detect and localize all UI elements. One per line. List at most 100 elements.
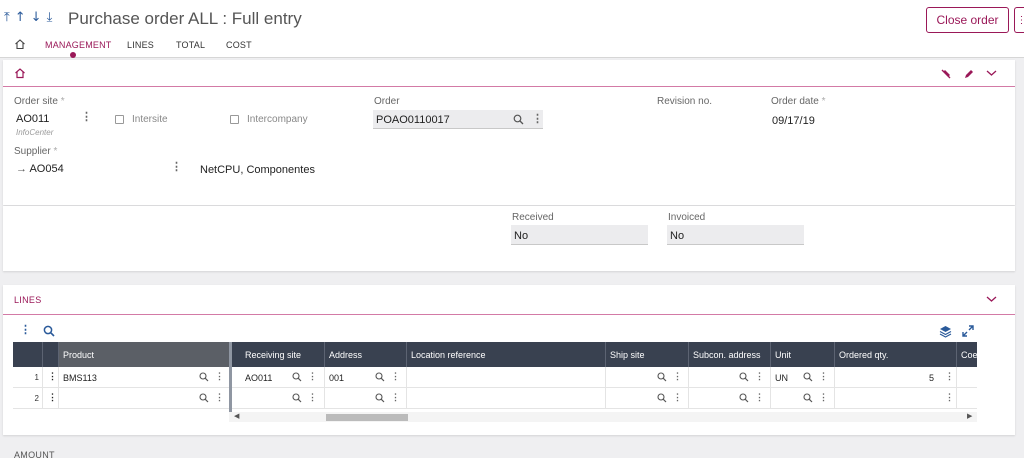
cell-location-reference[interactable] [407, 388, 606, 409]
order-date-value[interactable]: 09/17/19 [772, 115, 815, 127]
search-icon[interactable] [657, 393, 667, 403]
frozen-column-divider[interactable] [229, 342, 232, 412]
row-menu-icon[interactable]: ⋮ [48, 371, 57, 382]
cell-menu-icon[interactable]: ⋮ [945, 371, 954, 382]
order-field[interactable]: POAO0110017 ⋮ [373, 110, 543, 129]
cell-menu-icon[interactable]: ⋮ [215, 371, 224, 382]
first-record-icon[interactable]: ⤒ [4, 10, 10, 25]
lines-collapse-chevron-icon[interactable] [986, 295, 997, 303]
cell-product[interactable]: ⋮ [59, 388, 230, 409]
cell-menu-icon[interactable]: ⋮ [215, 392, 224, 403]
search-icon[interactable] [199, 393, 209, 403]
cell-unit[interactable]: UN ⋮ [771, 367, 835, 388]
column-header-unit[interactable]: Unit [771, 342, 835, 367]
cell-menu-icon[interactable]: ⋮ [755, 371, 764, 382]
home-tab-icon[interactable] [14, 38, 26, 50]
cell-menu-icon[interactable]: ⋮ [945, 392, 954, 403]
tab-cost[interactable]: COST [226, 40, 252, 50]
cell-menu-icon[interactable]: ⋮ [391, 392, 400, 403]
tab-total[interactable]: TOTAL [176, 40, 205, 50]
cell-menu-icon[interactable]: ⋮ [308, 392, 317, 403]
cell-subcon-address[interactable]: ⋮ [689, 367, 771, 388]
order-menu-icon[interactable]: ⋮ [532, 114, 543, 125]
search-icon[interactable] [803, 393, 813, 403]
column-header-receiving-site[interactable]: Receiving site [241, 342, 325, 367]
intersite-checkbox[interactable] [115, 115, 124, 124]
tab-lines[interactable]: LINES [127, 40, 154, 50]
row-menu-header [43, 342, 59, 367]
tab-management[interactable]: MANAGEMENT [45, 40, 112, 50]
search-icon[interactable] [739, 372, 749, 382]
cell-menu-icon[interactable]: ⋮ [391, 371, 400, 382]
grid-actions-icon[interactable]: ⋮ [20, 325, 31, 336]
cell-menu-icon[interactable]: ⋮ [819, 392, 828, 403]
row-menu-icon[interactable]: ⋮ [48, 392, 57, 403]
cell-product[interactable]: BMS113 ⋮ [59, 367, 230, 388]
home-icon[interactable] [14, 67, 26, 79]
column-header-subcon-address[interactable]: Subcon. address [689, 342, 771, 367]
table-row[interactable]: 1 ⋮ BMS113 ⋮ AO011 ⋮ 001 ⋮ ⋮ ⋮ UN ⋮ 5 ⋮ [13, 367, 977, 388]
lines-header-divider [3, 314, 1015, 315]
previous-record-icon[interactable]: ↑ [15, 10, 26, 25]
cell-receiving-site[interactable]: AO011 ⋮ [241, 367, 325, 388]
page-title: Purchase order ALL : Full entry [68, 9, 302, 28]
row-menu-cell[interactable]: ⋮ [43, 367, 59, 388]
pin-icon[interactable] [940, 68, 952, 80]
intercompany-label: Intercompany [247, 114, 308, 125]
cell-coef[interactable] [957, 388, 977, 409]
table-row[interactable]: 2 ⋮ ⋮ ⋮ ⋮ ⋮ ⋮ ⋮ ⋮ [13, 388, 977, 409]
cell-unit[interactable]: ⋮ [771, 388, 835, 409]
scroll-left-icon[interactable]: ◀ [234, 412, 239, 420]
cell-ship-site[interactable]: ⋮ [606, 367, 689, 388]
grid-search-icon[interactable] [43, 325, 55, 337]
search-icon[interactable] [657, 372, 667, 382]
column-header-ordered-qty[interactable]: Ordered qty. [835, 342, 957, 367]
cell-ordered-qty[interactable]: ⋮ [835, 388, 957, 409]
arrow-right-icon[interactable]: → [16, 163, 27, 175]
column-header-address[interactable]: Address [325, 342, 407, 367]
supplier-name: NetCPU, Componentes [200, 164, 315, 176]
chevron-down-icon[interactable] [986, 69, 997, 77]
next-record-icon[interactable]: ↓ [31, 10, 42, 25]
expand-icon[interactable] [962, 325, 974, 337]
layers-icon[interactable] [939, 325, 952, 338]
row-menu-cell[interactable]: ⋮ [43, 388, 59, 409]
cell-ship-site[interactable]: ⋮ [606, 388, 689, 409]
search-icon[interactable] [199, 372, 209, 382]
search-icon[interactable] [513, 114, 524, 125]
edit-pencil-icon[interactable] [963, 68, 975, 80]
scrollbar-thumb[interactable] [326, 414, 408, 421]
supplier-field[interactable]: → AO054 [16, 163, 64, 175]
cell-menu-icon[interactable]: ⋮ [673, 392, 682, 403]
scroll-right-icon[interactable]: ▶ [967, 412, 972, 420]
close-order-button[interactable]: Close order [926, 7, 1009, 33]
column-header-ship-site[interactable]: Ship site [606, 342, 689, 367]
search-icon[interactable] [292, 372, 302, 382]
last-record-icon[interactable]: ⤓ [47, 10, 53, 25]
intercompany-checkbox[interactable] [230, 115, 239, 124]
search-icon[interactable] [375, 372, 385, 382]
search-icon[interactable] [292, 393, 302, 403]
cell-location-reference[interactable] [407, 367, 606, 388]
column-header-location-reference[interactable]: Location reference [407, 342, 606, 367]
cell-menu-icon[interactable]: ⋮ [673, 371, 682, 382]
cell-menu-icon[interactable]: ⋮ [308, 371, 317, 382]
column-header-product[interactable]: Product [59, 342, 230, 367]
cell-address[interactable]: ⋮ [325, 388, 407, 409]
cell-menu-icon[interactable]: ⋮ [755, 392, 764, 403]
order-site-value[interactable]: AO011 [16, 113, 49, 125]
cell-menu-icon[interactable]: ⋮ [819, 371, 828, 382]
order-site-menu-icon[interactable]: ⋮ [81, 112, 92, 123]
supplier-menu-icon[interactable]: ⋮ [171, 162, 182, 173]
cell-subcon-address[interactable]: ⋮ [689, 388, 771, 409]
search-icon[interactable] [375, 393, 385, 403]
more-actions-button[interactable]: ⋮ [1014, 7, 1024, 33]
column-header-coef[interactable]: Coef [957, 342, 977, 367]
grid-horizontal-scrollbar[interactable]: ◀ ▶ [229, 412, 977, 422]
search-icon[interactable] [739, 393, 749, 403]
cell-ordered-qty[interactable]: 5 ⋮ [835, 367, 957, 388]
cell-address[interactable]: 001 ⋮ [325, 367, 407, 388]
search-icon[interactable] [803, 372, 813, 382]
cell-receiving-site[interactable]: ⋮ [241, 388, 325, 409]
cell-coef[interactable] [957, 367, 977, 388]
